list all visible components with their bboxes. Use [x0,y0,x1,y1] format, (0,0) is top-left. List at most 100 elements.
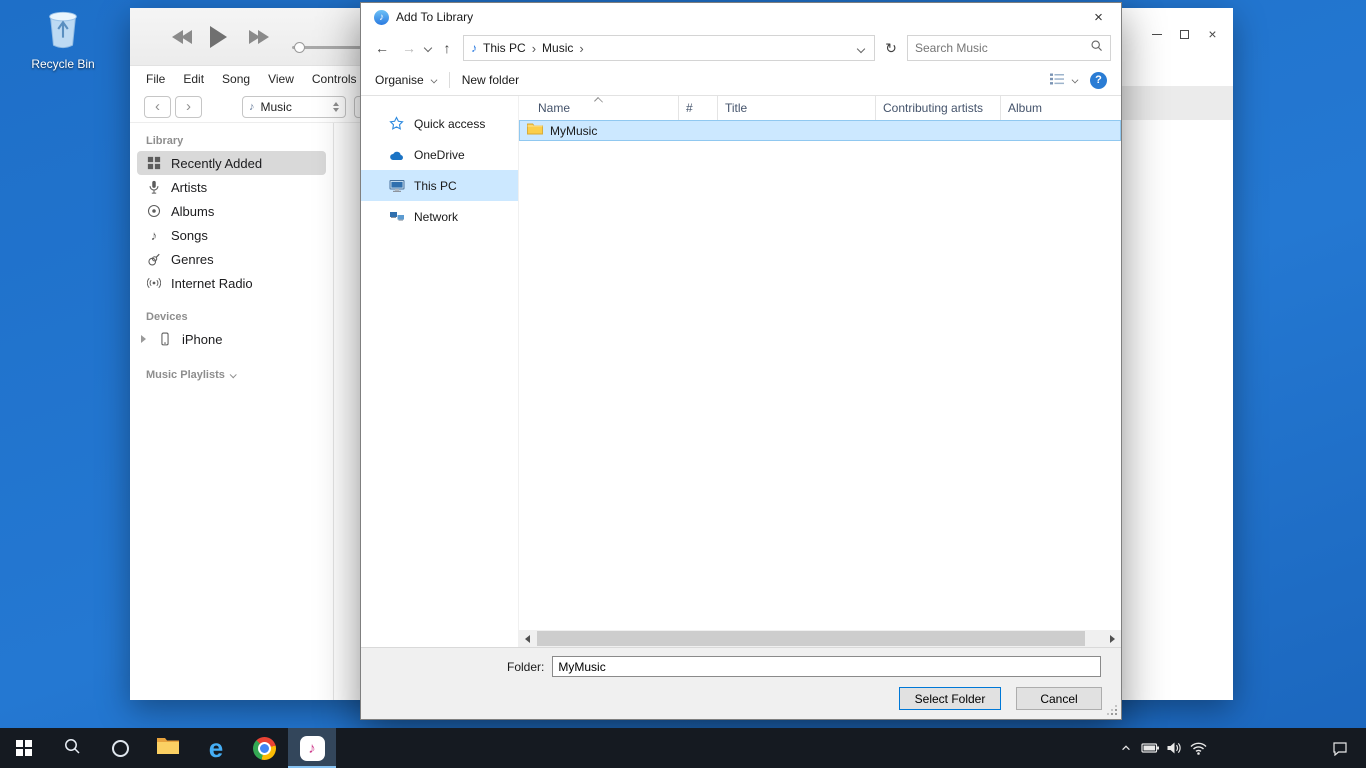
itunes-sidebar: Library Recently Added Artists Albums [130,123,333,700]
selector-arrows-icon [333,102,339,112]
itunes-icon: ♪ [300,736,325,761]
forward-button[interactable]: › [175,96,202,118]
cloud-icon [388,149,405,161]
menu-view[interactable]: View [259,72,303,86]
itunes-taskbar-button[interactable]: ♪ [288,728,336,768]
music-note-icon: ♪ [471,41,477,55]
file-list: Name # Title Contributing artists Album … [518,96,1121,647]
close-button[interactable]: × [1206,28,1219,41]
cortana-icon [112,740,129,757]
nav-item-this-pc[interactable]: This PC [361,170,518,201]
organise-button[interactable]: Organise [375,73,437,87]
chrome-icon [253,737,276,760]
column-number[interactable]: # [679,96,718,120]
navigation-pane: Quick access OneDrive This PC [361,96,518,647]
dialog-close-button[interactable]: × [1076,3,1121,31]
sidebar-item-songs[interactable]: ♪ Songs [137,223,326,247]
media-type-label: Music [261,100,292,114]
minimize-icon [1152,34,1162,35]
library-header: Library [146,135,333,147]
nav-item-network[interactable]: Network [361,201,518,232]
star-icon [388,116,405,131]
grid-icon [146,156,162,170]
sidebar-item-genres[interactable]: Genres [137,247,326,271]
menu-edit[interactable]: Edit [174,72,213,86]
nav-item-onedrive[interactable]: OneDrive [361,139,518,170]
edge-button[interactable]: e [192,728,240,768]
breadcrumb-music[interactable]: Music [542,41,573,55]
media-type-selector[interactable]: ♪ Music [242,96,346,118]
volume-icon[interactable] [1162,728,1186,768]
breadcrumb-this-pc[interactable]: This PC [483,41,526,55]
breadcrumb[interactable]: ♪ This PC › Music › [463,35,875,61]
resize-grip[interactable] [1115,713,1117,715]
column-album[interactable]: Album [1001,96,1121,120]
recycle-bin[interactable]: Recycle Bin [26,8,100,71]
minimize-button[interactable] [1150,28,1163,41]
battery-icon[interactable] [1138,728,1162,768]
broadcast-icon [146,276,162,290]
nav-up-button[interactable]: ↑ [436,40,458,56]
nav-back-button[interactable]: ← [371,40,393,56]
tray-expand-icon[interactable] [1114,728,1138,768]
menu-controls[interactable]: Controls [303,72,366,86]
file-explorer-button[interactable] [144,728,192,768]
recycle-bin-icon [44,37,82,54]
rewind-icon [181,30,192,44]
cancel-button[interactable]: Cancel [1016,687,1102,710]
volume-slider[interactable] [292,46,366,49]
nav-forward-button[interactable]: → [398,40,420,56]
scroll-right-icon[interactable] [1104,630,1121,647]
toolbar-separator [449,72,450,88]
sidebar-item-iphone[interactable]: iPhone [137,327,326,351]
address-dropdown-icon[interactable] [858,41,867,55]
sidebar-item-albums[interactable]: Albums [137,199,326,223]
windows-logo-icon [16,740,33,757]
select-folder-button[interactable]: Select Folder [899,687,1001,710]
file-row-mymusic[interactable]: MyMusic [519,120,1121,141]
chevron-down-icon [1072,77,1079,84]
horizontal-scrollbar[interactable] [519,630,1121,647]
chevron-down-icon [430,77,437,84]
menu-song[interactable]: Song [213,72,259,86]
volume-knob[interactable] [294,42,305,53]
dialog-titlebar[interactable]: ♪ Add To Library × [361,3,1121,31]
view-mode-button[interactable] [1049,72,1078,89]
play-button[interactable] [210,26,227,48]
details-view-icon [1049,72,1065,89]
maximize-button[interactable] [1178,28,1191,41]
column-contributing-artists[interactable]: Contributing artists [876,96,1001,120]
album-icon [146,204,162,218]
desktop: Recycle Bin × [0,0,1366,768]
expand-icon[interactable] [139,335,148,343]
sidebar-item-artists[interactable]: Artists [137,175,326,199]
history-dropdown-icon[interactable] [424,44,432,52]
sidebar-item-internet-radio[interactable]: Internet Radio [137,271,326,295]
nav-item-quick-access[interactable]: Quick access [361,108,518,139]
system-tray [1114,728,1366,768]
refresh-button[interactable]: ↻ [880,40,902,57]
search-input[interactable] [915,41,1090,55]
action-center-icon[interactable] [1328,728,1352,768]
new-folder-button[interactable]: New folder [462,73,519,87]
music-playlists-header[interactable]: Music Playlists [146,369,333,381]
itunes-header-band [1121,86,1233,120]
chrome-button[interactable] [240,728,288,768]
column-title[interactable]: Title [718,96,876,120]
back-button[interactable]: ‹ [144,96,171,118]
scrollbar-thumb[interactable] [537,631,1085,646]
wifi-icon[interactable] [1186,728,1210,768]
cortana-button[interactable] [96,728,144,768]
dialog-title: Add To Library [396,10,473,24]
folder-name-input[interactable] [552,656,1101,677]
column-name[interactable]: Name [519,96,679,120]
help-button[interactable]: ? [1090,72,1107,89]
taskbar-search-button[interactable] [48,728,96,768]
sidebar-item-recently-added[interactable]: Recently Added [137,151,326,175]
rewind-button[interactable] [172,30,192,44]
scroll-left-icon[interactable] [519,630,536,647]
menu-file[interactable]: File [146,72,174,86]
start-button[interactable] [0,728,48,768]
search-box[interactable] [907,35,1111,61]
fast-forward-button[interactable] [249,30,269,44]
